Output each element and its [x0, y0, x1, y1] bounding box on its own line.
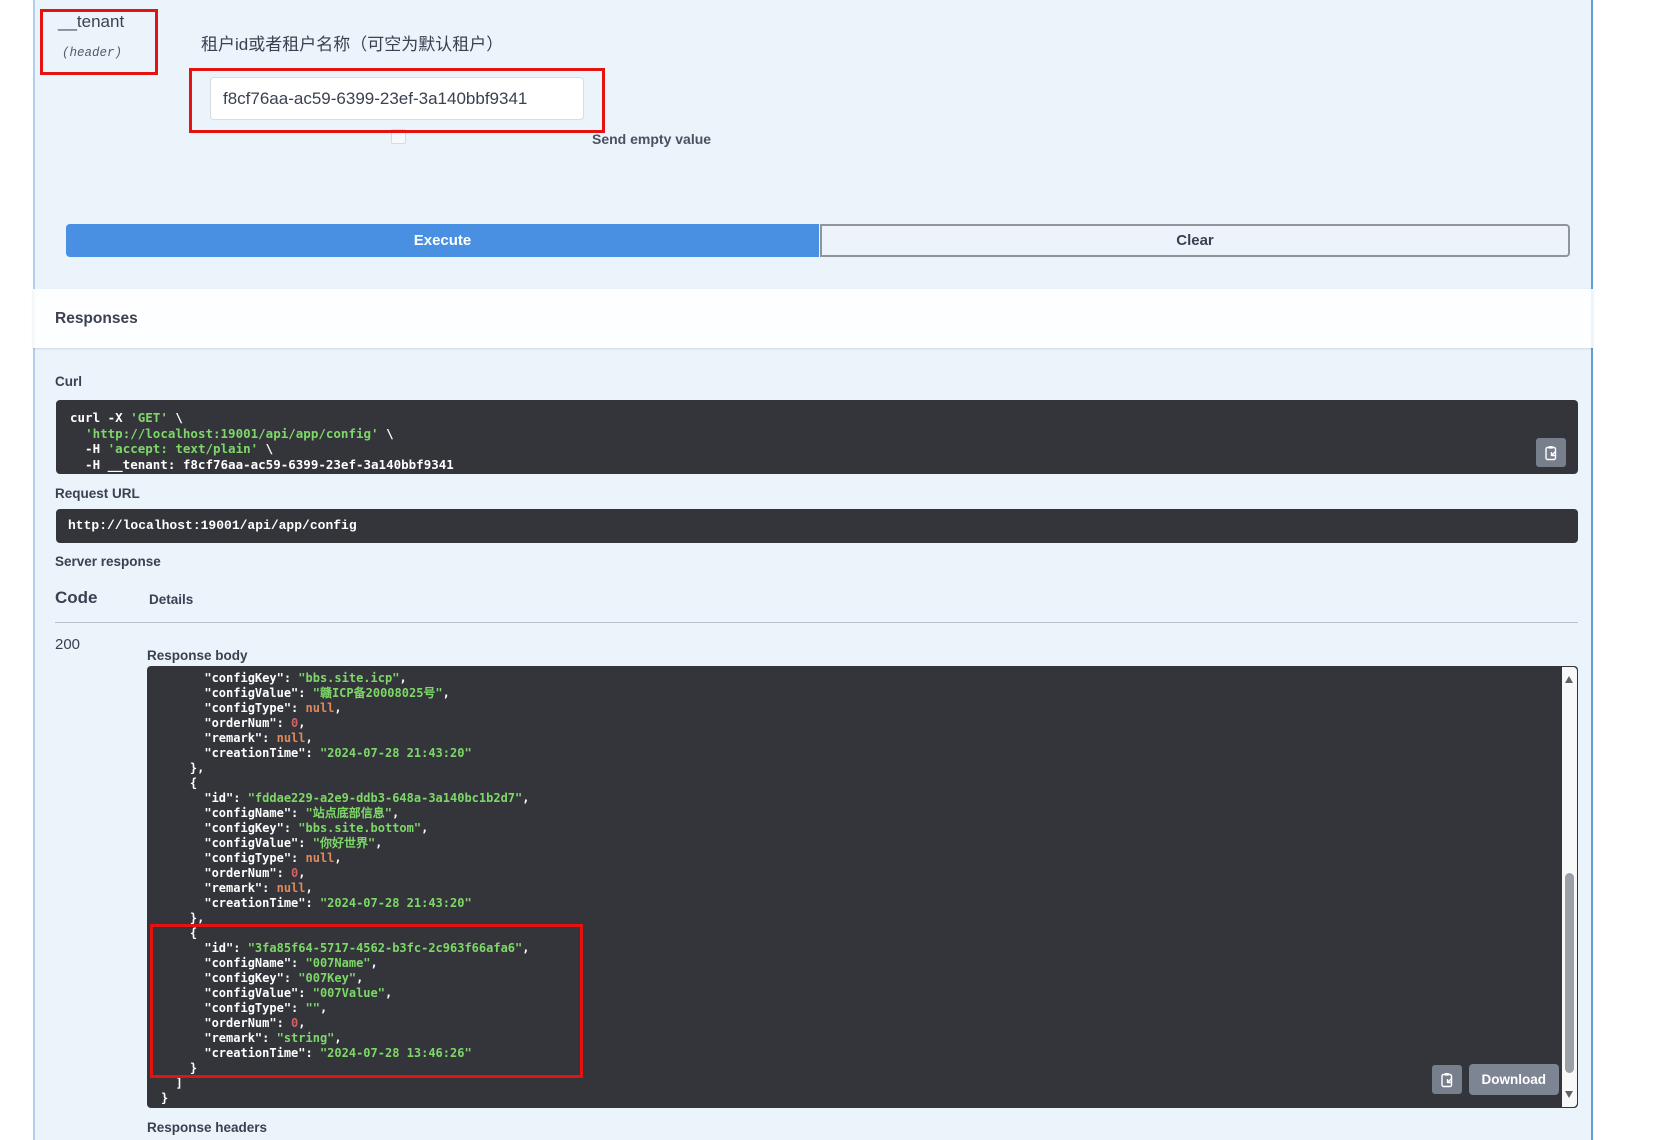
response-body-block: "configKey": "bbs.site.icp", "configValu… [147, 666, 1578, 1108]
code-line: "remark": "string", [161, 1031, 1578, 1046]
response-body-json: "configKey": "bbs.site.icp", "configValu… [161, 671, 1578, 1106]
code-line: "id": "3fa85f64-5717-4562-b3fc-2c963f66a… [161, 941, 1578, 956]
details-column-header: Details [149, 592, 193, 607]
copy-response-button[interactable] [1432, 1065, 1462, 1094]
code-line: "configName": "007Name", [161, 956, 1578, 971]
code-line: "remark": null, [161, 731, 1578, 746]
request-url-value: http://localhost:19001/api/app/config [68, 518, 357, 533]
parameter-name: __tenant [58, 12, 124, 32]
response-headers-label: Response headers [147, 1120, 267, 1135]
code-line: curl -X 'GET' \ [70, 410, 1564, 426]
code-line: "id": "fddae229-a2e9-ddb3-648a-3a140bc1b… [161, 791, 1578, 806]
parameter-location: (header) [62, 46, 122, 60]
swagger-operation-page: __tenant (header) 租户id或者租户名称（可空为默认租户） Se… [0, 0, 1667, 1140]
send-empty-value-label: Send empty value [592, 131, 711, 147]
code-line: ] [161, 1076, 1578, 1091]
execute-button[interactable]: Execute [66, 224, 819, 257]
send-empty-value-checkbox[interactable] [391, 129, 406, 144]
response-scrollbar[interactable] [1562, 667, 1577, 1107]
code-line: "configValue": "赣ICP备20008025号", [161, 686, 1578, 701]
code-line: "remark": null, [161, 881, 1578, 896]
responses-section-header: Responses [33, 289, 1593, 348]
request-url-label: Request URL [55, 486, 140, 501]
scroll-down-icon[interactable] [1565, 1091, 1573, 1098]
server-response-label: Server response [55, 554, 161, 569]
response-body-label: Response body [147, 648, 248, 663]
code-line: "configKey": "bbs.site.bottom", [161, 821, 1578, 836]
code-line: "orderNum": 0, [161, 866, 1578, 881]
code-line: { [161, 926, 1578, 941]
curl-command-block: curl -X 'GET' \ 'http://localhost:19001/… [56, 400, 1578, 474]
code-line: "configType": "", [161, 1001, 1578, 1016]
code-line: -H 'accept: text/plain' \ [70, 441, 1564, 457]
table-divider [55, 622, 1578, 623]
code-line: "configKey": "007Key", [161, 971, 1578, 986]
scroll-up-icon[interactable] [1565, 676, 1573, 683]
code-line: 'http://localhost:19001/api/app/config' … [70, 426, 1564, 442]
copy-curl-button[interactable] [1536, 438, 1566, 467]
code-line: "configValue": "007Value", [161, 986, 1578, 1001]
code-line: } [161, 1061, 1578, 1076]
clipboard-copy-icon [1543, 445, 1559, 461]
curl-label: Curl [55, 374, 82, 389]
code-line: "creationTime": "2024-07-28 21:43:20" [161, 746, 1578, 761]
code-line: -H __tenant: f8cf76aa-ac59-6399-23ef-3a1… [70, 457, 1564, 473]
status-code: 200 [55, 636, 80, 653]
request-url-block: http://localhost:19001/api/app/config [56, 509, 1578, 543]
code-line: "configType": null, [161, 701, 1578, 716]
parameter-description: 租户id或者租户名称（可空为默认租户） [201, 30, 503, 55]
code-line: }, [161, 911, 1578, 926]
curl-command-text: curl -X 'GET' \ 'http://localhost:19001/… [70, 410, 1564, 472]
code-line: { [161, 776, 1578, 791]
code-column-header: Code [55, 588, 98, 608]
scrollbar-thumb[interactable] [1565, 873, 1574, 1073]
code-line: "configType": null, [161, 851, 1578, 866]
code-line: "orderNum": 0, [161, 1016, 1578, 1031]
code-line: } [161, 1091, 1578, 1106]
clear-button[interactable]: Clear [820, 224, 1570, 257]
clipboard-copy-icon [1439, 1072, 1455, 1088]
code-line: "creationTime": "2024-07-28 21:43:20" [161, 896, 1578, 911]
code-line: "configName": "站点底部信息", [161, 806, 1578, 821]
code-line: "configValue": "你好世界", [161, 836, 1578, 851]
tenant-input[interactable] [210, 77, 584, 120]
responses-title: Responses [55, 310, 138, 328]
code-line: }, [161, 761, 1578, 776]
code-line: "orderNum": 0, [161, 716, 1578, 731]
code-line: "creationTime": "2024-07-28 13:46:26" [161, 1046, 1578, 1061]
code-line: "configKey": "bbs.site.icp", [161, 671, 1578, 686]
download-button[interactable]: Download [1469, 1064, 1560, 1095]
